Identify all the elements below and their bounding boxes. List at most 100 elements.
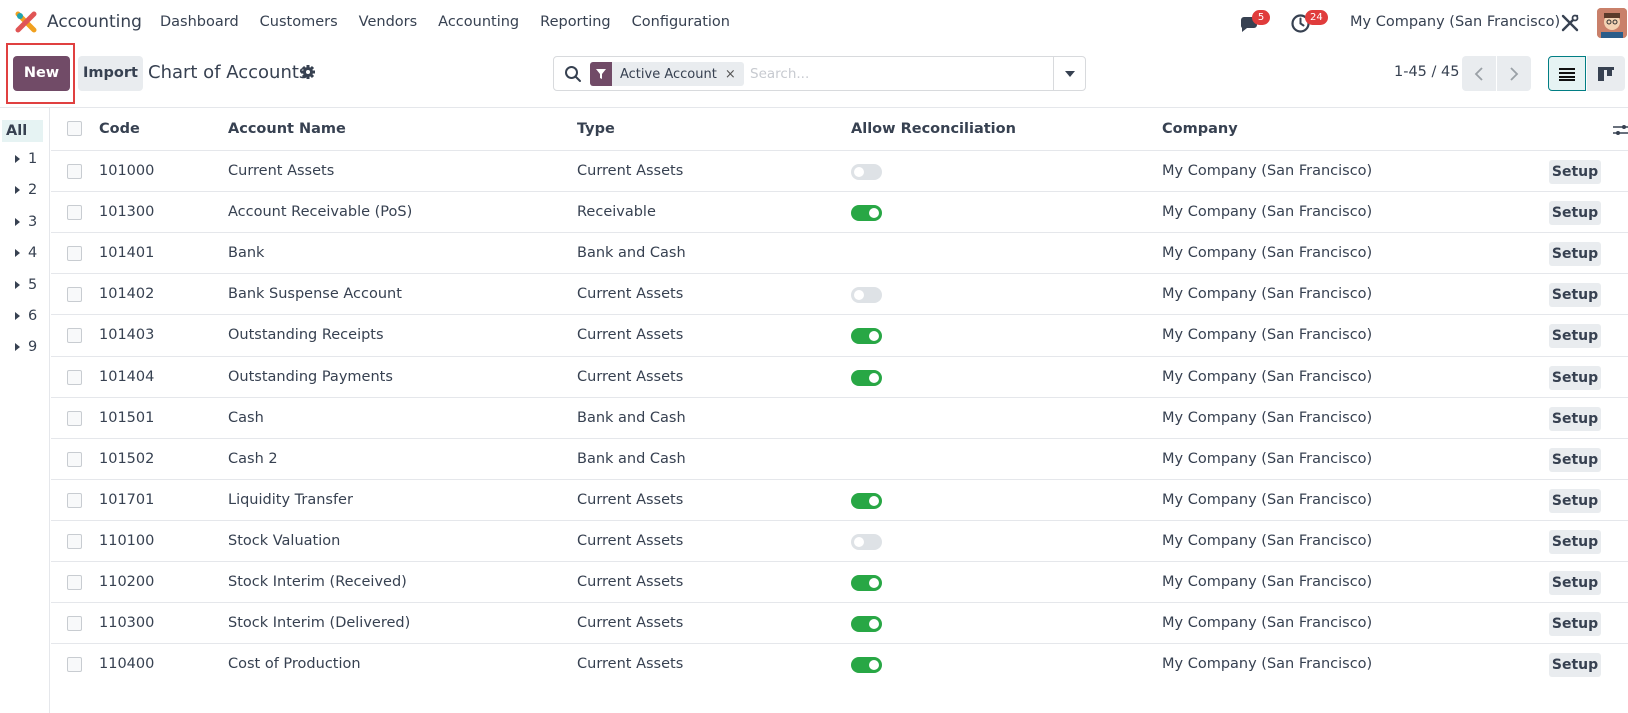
table-row[interactable]: 101403 Outstanding Receipts Current Assets…: [51, 314, 1628, 356]
header-code[interactable]: Code: [99, 121, 140, 137]
setup-button[interactable]: Setup: [1549, 529, 1601, 554]
pager-previous-button[interactable]: [1462, 56, 1496, 91]
search-options-toggle[interactable]: [1053, 57, 1085, 90]
table-row[interactable]: 110300 Stock Interim (Delivered) Current A…: [51, 602, 1628, 644]
table-row[interactable]: 110400 Cost of Production Current Assets My…: [51, 643, 1628, 685]
menu-item-dashboard[interactable]: Dashboard: [160, 14, 239, 30]
table-row[interactable]: 101701 Liquidity Transfer Current Assets My…: [51, 478, 1628, 521]
row-checkbox[interactable]: [67, 492, 82, 508]
setup-button[interactable]: Setup: [1549, 160, 1601, 184]
reconcile-toggle[interactable]: [851, 575, 882, 591]
row-checkbox[interactable]: [67, 616, 82, 632]
kanban-view-button[interactable]: [1587, 56, 1625, 91]
search-panel-group[interactable]: 6: [15, 308, 37, 324]
tools-icon[interactable]: [1560, 13, 1580, 33]
row-checkbox[interactable]: [67, 575, 82, 590]
row-checkbox[interactable]: [67, 533, 82, 549]
table-row[interactable]: 101404 Outstanding Payments Current Assets…: [51, 355, 1628, 398]
import-button[interactable]: Import: [78, 56, 143, 91]
menu-item-reporting[interactable]: Reporting: [540, 14, 611, 30]
reconcile-toggle[interactable]: [851, 657, 882, 674]
row-checkbox[interactable]: [67, 410, 82, 426]
reconcile-toggle[interactable]: [851, 287, 882, 304]
reconcile-toggle[interactable]: [851, 492, 882, 509]
search-bar[interactable]: Active Account ×: [553, 56, 1086, 91]
table-row[interactable]: 101501 Cash Bank and Cash My Company (San F…: [51, 396, 1628, 439]
activities-badge: 24: [1305, 10, 1328, 25]
toggle-knob: [854, 167, 864, 177]
header-allow-reconciliation[interactable]: Allow Reconciliation: [851, 121, 1016, 137]
cell-type: Current Assets: [577, 656, 684, 673]
cell-company: My Company (San Francisco): [1162, 286, 1373, 303]
reconcile-toggle[interactable]: [851, 205, 882, 222]
row-checkbox[interactable]: [67, 328, 82, 344]
select-all-checkbox[interactable]: [67, 121, 82, 136]
menu-item-vendors[interactable]: Vendors: [359, 14, 418, 30]
company-switcher[interactable]: My Company (San Francisco): [1350, 14, 1560, 30]
reconcile-toggle[interactable]: [851, 164, 882, 180]
cell-company: My Company (San Francisco): [1162, 574, 1373, 590]
menu-item-configuration[interactable]: Configuration: [632, 14, 730, 30]
row-checkbox[interactable]: [67, 164, 82, 179]
setup-button[interactable]: Setup: [1549, 571, 1601, 595]
header-type[interactable]: Type: [577, 121, 615, 137]
reconcile-toggle[interactable]: [851, 533, 882, 550]
cell-type: Current Assets: [577, 368, 684, 385]
setup-button[interactable]: Setup: [1549, 653, 1601, 678]
search-panel-all[interactable]: All: [2, 120, 43, 142]
search-panel-group[interactable]: 1: [15, 151, 37, 167]
user-avatar[interactable]: [1597, 8, 1627, 38]
setup-button[interactable]: Setup: [1549, 612, 1601, 637]
reconcile-toggle[interactable]: [851, 328, 882, 345]
row-checkbox[interactable]: [67, 657, 82, 673]
table-row[interactable]: 101300 Account Receivable (PoS) Receivable…: [51, 191, 1628, 233]
cell-code: 101502: [99, 450, 155, 467]
row-checkbox[interactable]: [67, 451, 82, 467]
row-checkbox[interactable]: [67, 287, 82, 303]
table-row[interactable]: 110100 Stock Valuation Current Assets My Co…: [51, 519, 1628, 562]
facet-label: Active Account: [620, 66, 717, 82]
table-row[interactable]: 101000 Current Assets Current Assets My Com…: [51, 150, 1628, 192]
pager-value[interactable]: 1-45 / 45: [1394, 64, 1459, 80]
table-row[interactable]: 101401 Bank Bank and Cash My Company (San F…: [51, 232, 1628, 274]
search-input[interactable]: [750, 64, 1040, 84]
table-row[interactable]: 101502 Cash 2 Bank and Cash My Company (San…: [51, 437, 1628, 480]
column-options-icon[interactable]: [1613, 122, 1628, 138]
search-panel-group[interactable]: 5: [15, 277, 37, 293]
cell-type: Bank and Cash: [577, 450, 686, 467]
menu-item-accounting[interactable]: Accounting: [438, 14, 519, 30]
setup-button[interactable]: Setup: [1549, 406, 1601, 431]
cell-company: My Company (San Francisco): [1162, 491, 1373, 508]
setup-button[interactable]: Setup: [1549, 324, 1601, 349]
app-name[interactable]: Accounting: [47, 12, 142, 32]
header-account-name[interactable]: Account Name: [228, 121, 346, 137]
gear-icon[interactable]: [300, 64, 316, 80]
setup-button[interactable]: Setup: [1549, 488, 1601, 513]
list-view-button[interactable]: [1548, 56, 1586, 91]
setup-button[interactable]: Setup: [1549, 365, 1601, 390]
header-company[interactable]: Company: [1162, 121, 1238, 137]
search-panel-group[interactable]: 3: [15, 214, 37, 230]
main-menu: Dashboard Customers Vendors Accounting R…: [160, 14, 751, 30]
cell-company: My Company (San Francisco): [1162, 245, 1373, 262]
table-row[interactable]: 101402 Bank Suspense Account Current Asset…: [51, 273, 1628, 315]
reconcile-toggle[interactable]: [851, 369, 882, 386]
row-checkbox[interactable]: [67, 205, 82, 221]
search-panel-group[interactable]: 2: [15, 182, 37, 198]
table-row[interactable]: 110200 Stock Interim (Received) Current As…: [51, 561, 1628, 603]
pager-next-button[interactable]: [1497, 56, 1531, 91]
row-checkbox[interactable]: [67, 369, 82, 385]
cell-type: Current Assets: [577, 163, 684, 179]
facet-remove-icon[interactable]: ×: [725, 67, 744, 82]
search-panel-group[interactable]: 4: [15, 245, 37, 261]
setup-button[interactable]: Setup: [1549, 242, 1601, 267]
setup-button[interactable]: Setup: [1549, 283, 1601, 308]
cell-company: My Company (San Francisco): [1162, 615, 1373, 632]
search-panel-group[interactable]: 9: [15, 339, 37, 355]
setup-button[interactable]: Setup: [1549, 447, 1601, 472]
app-logo-icon[interactable]: [15, 11, 37, 33]
reconcile-toggle[interactable]: [851, 616, 882, 633]
menu-item-customers[interactable]: Customers: [260, 14, 338, 30]
setup-button[interactable]: Setup: [1549, 201, 1601, 226]
row-checkbox[interactable]: [67, 246, 82, 262]
